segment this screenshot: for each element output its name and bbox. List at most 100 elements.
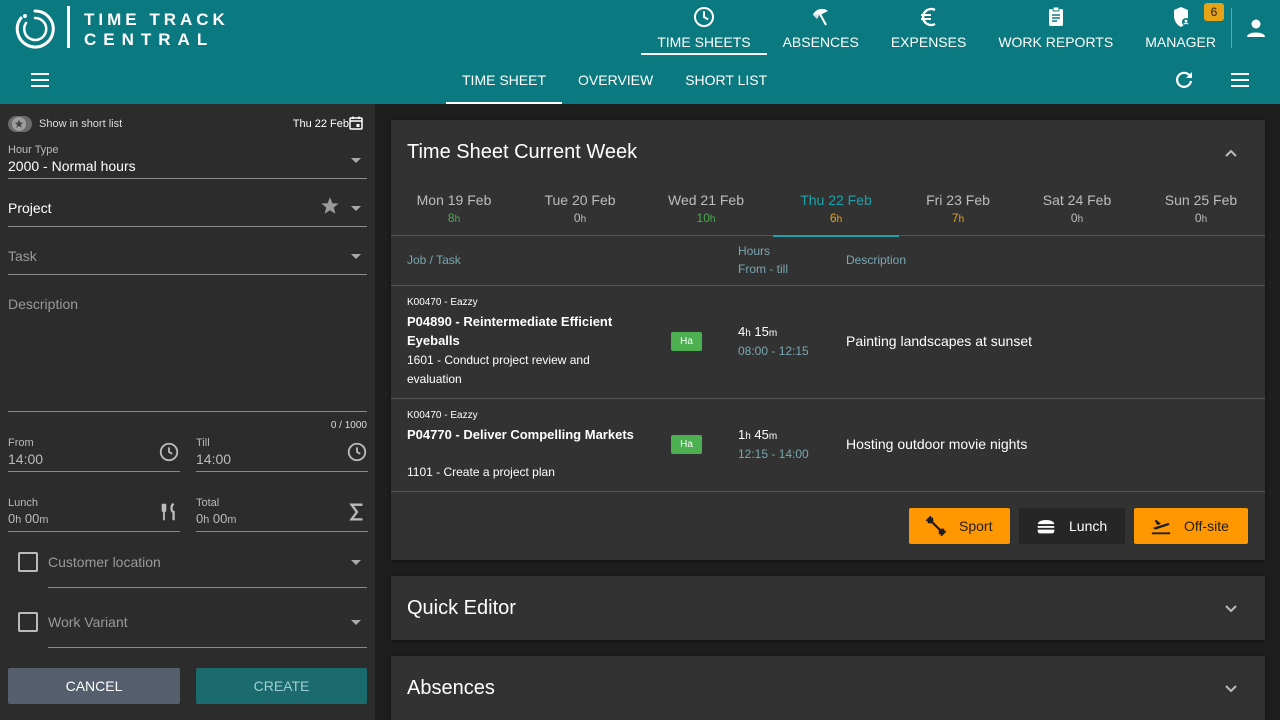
day-name: Thu 22 Feb [800, 192, 872, 208]
field-underline [48, 587, 367, 588]
main-nav: TIME SHEETS ABSENCES EXPENSES WORK REPOR… [641, 0, 1232, 56]
hamburger-menu-icon[interactable] [28, 68, 52, 92]
refresh-icon[interactable] [1172, 68, 1196, 92]
clock-icon[interactable] [158, 441, 180, 463]
chevron-up-icon[interactable] [1223, 145, 1239, 161]
logo-ring-icon [15, 9, 55, 49]
day-tab-tue[interactable]: Tue 20 Feb 0h [517, 184, 643, 236]
entry-description: Painting landscapes at sunset [846, 333, 1033, 349]
till-label: Till [196, 437, 210, 449]
day-tab-mon[interactable]: Mon 19 Feb 8h [391, 184, 517, 236]
day-hours: 8h [447, 211, 461, 225]
task-placeholder: Task [8, 248, 37, 264]
more-menu-icon[interactable] [1228, 68, 1252, 92]
till-time-field[interactable]: Till 14:00 [196, 434, 368, 472]
nav-label: EXPENSES [890, 34, 967, 50]
notification-badge: 6 [1204, 3, 1224, 21]
work-variant-row: Work Variant [18, 608, 367, 652]
client-label: K00470 - Eazzy [407, 297, 478, 308]
quick-editor-card[interactable]: Quick Editor [391, 576, 1265, 640]
nav-work-reports[interactable]: WORK REPORTS [982, 0, 1129, 56]
card-title: Time Sheet Current Week [407, 141, 638, 163]
character-counter: 0 / 1000 [330, 420, 367, 431]
favorite-star-icon[interactable] [319, 195, 341, 217]
quick-offsite-button[interactable]: Off-site [1134, 508, 1248, 544]
table-row[interactable]: K00470 - Eazzy P04770 - Deliver Compelli… [391, 399, 1265, 491]
tab-short-list[interactable]: SHORT LIST [669, 56, 783, 104]
day-hours: 7h [951, 211, 965, 225]
chevron-down-icon[interactable] [1223, 681, 1239, 697]
dumbbell-icon [925, 515, 947, 537]
description-placeholder: Description [8, 296, 79, 312]
day-tab-sat[interactable]: Sat 24 Feb 0h [1014, 184, 1140, 236]
work-variant-checkbox[interactable] [18, 612, 38, 632]
hour-type-value: 2000 - Normal hours [8, 158, 136, 174]
chevron-down-icon[interactable] [1223, 601, 1239, 617]
hour-type-label: Hour Type [8, 144, 59, 156]
project-select[interactable]: Project [8, 190, 367, 227]
work-variant-select[interactable]: Work Variant [48, 614, 128, 630]
task-select[interactable]: Task [8, 238, 367, 275]
hour-type-tag: Ha [671, 332, 702, 351]
customer-location-checkbox[interactable] [18, 552, 38, 572]
absences-card[interactable]: Absences [391, 656, 1265, 720]
calendar-icon[interactable] [349, 116, 363, 130]
card-title: Absences [407, 677, 495, 699]
clock-icon[interactable] [346, 441, 368, 463]
chevron-down-icon [351, 158, 361, 163]
description-textarea[interactable]: Description [8, 286, 367, 412]
day-tabs: Mon 19 Feb 8h Tue 20 Feb 0h Wed 21 Feb 1… [391, 184, 1265, 237]
star-icon [14, 119, 24, 128]
nav-expenses[interactable]: EXPENSES [875, 0, 982, 56]
from-time-field[interactable]: From 14:00 [8, 434, 180, 472]
timesheet-card: Time Sheet Current Week Mon 19 Feb 8h Tu… [391, 120, 1265, 560]
quick-sport-button[interactable]: Sport [909, 508, 1010, 544]
chevron-down-icon[interactable] [351, 560, 361, 565]
chevron-down-icon[interactable] [351, 620, 361, 625]
total-label: Total [196, 497, 220, 509]
entry-time-range: 12:15 - 14:00 [738, 447, 809, 461]
card-title: Quick Editor [407, 597, 516, 619]
field-underline [48, 647, 367, 648]
entry-hours: 1h 45m [738, 427, 778, 442]
create-button[interactable]: CREATE [196, 668, 367, 704]
day-tab-wed[interactable]: Wed 21 Feb 10h [643, 184, 769, 236]
row-divider [391, 491, 1265, 492]
lunch-field[interactable]: Lunch 0h 00m [8, 494, 180, 532]
account-icon[interactable] [1244, 16, 1268, 40]
total-field: Total 0h 00m [196, 494, 368, 532]
day-name: Sat 24 Feb [1042, 192, 1112, 208]
clipboard-icon [1048, 6, 1063, 26]
tab-time-sheet[interactable]: TIME SHEET [446, 56, 563, 104]
app-logo[interactable]: TIME TRACK CENTRAL [14, 6, 225, 50]
table-row[interactable]: K00470 - Eazzy P04890 - Reintermediate E… [391, 286, 1265, 398]
day-tab-fri[interactable]: Fri 23 Feb 7h [895, 184, 1021, 236]
beach-umbrella-icon [812, 8, 828, 26]
clock-icon [693, 7, 714, 27]
column-header-hours: Hours [738, 244, 771, 258]
task-name: 1101 - Create a project plan [407, 465, 555, 479]
nav-label: MANAGER [1145, 34, 1216, 50]
cancel-button[interactable]: CANCEL [8, 668, 180, 704]
day-tab-sun[interactable]: Sun 25 Feb 0h [1138, 184, 1264, 236]
nav-label: ABSENCES [782, 34, 859, 50]
quick-button-label: Lunch [1069, 518, 1108, 534]
nav-time-sheets[interactable]: TIME SHEETS [641, 0, 767, 56]
nav-absences[interactable]: ABSENCES [767, 0, 875, 56]
entry-description: Hosting outdoor movie nights [846, 436, 1028, 452]
hour-type-select[interactable]: Hour Type 2000 - Normal hours [8, 142, 367, 179]
day-name: Wed 21 Feb [667, 192, 744, 208]
selected-date: Thu 22 Feb [292, 118, 349, 130]
quick-lunch-button[interactable]: Lunch [1019, 508, 1125, 544]
day-name: Sun 25 Feb [1164, 192, 1238, 208]
nav-label: TIME SHEETS [657, 34, 751, 50]
nav-manager[interactable]: MANAGER 6 [1129, 0, 1232, 56]
short-list-toggle[interactable] [8, 116, 32, 132]
tab-overview[interactable]: OVERVIEW [562, 56, 669, 104]
cutlery-icon [161, 502, 175, 521]
project-name: P04770 - Deliver Compelling Markets [407, 427, 634, 442]
customer-location-select[interactable]: Customer location [48, 554, 161, 570]
column-header-from-till: From - till [738, 262, 788, 276]
day-tab-thu[interactable]: Thu 22 Feb 6h [773, 184, 899, 237]
lunch-label: Lunch [8, 497, 38, 509]
